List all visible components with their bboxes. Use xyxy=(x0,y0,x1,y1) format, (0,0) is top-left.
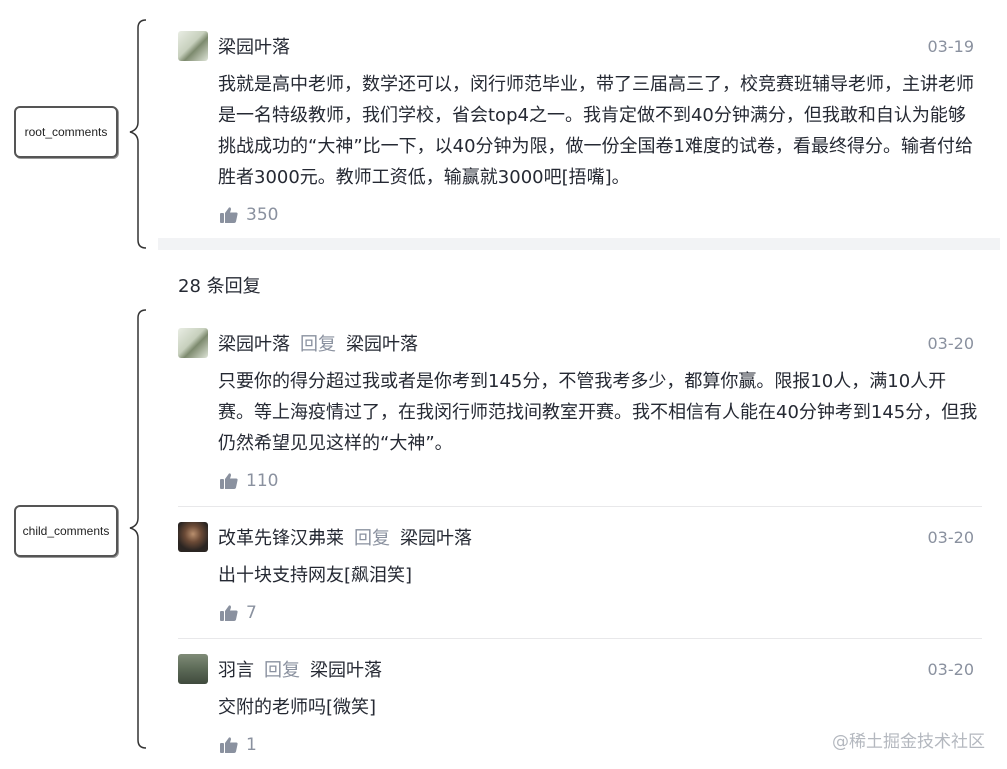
reply-divider xyxy=(178,638,982,639)
reply-to-name[interactable]: 梁园叶落 xyxy=(400,524,472,550)
watermark: @稀土掘金技术社区 xyxy=(832,732,985,752)
like-button[interactable]: 350 xyxy=(220,205,978,225)
reply-label: 回复 xyxy=(354,528,390,549)
author-name[interactable]: 羽言 xyxy=(218,656,254,682)
reply-to-name[interactable]: 梁园叶落 xyxy=(346,330,418,356)
thumbs-up-icon xyxy=(220,207,238,223)
comment-text: 我就是高中老师，数学还可以，闵行师范毕业，带了三届高三了，校竞赛班辅导老师，主讲… xyxy=(218,74,974,188)
comment-date: 03-20 xyxy=(927,527,975,547)
reply-label: 回复 xyxy=(264,660,300,681)
comment-date: 03-20 xyxy=(927,659,975,679)
thumbs-up-icon xyxy=(220,473,238,489)
like-count: 110 xyxy=(246,471,279,491)
root-comments-brace xyxy=(129,19,147,249)
root-comments-label: root_comments xyxy=(14,106,118,158)
like-count: 350 xyxy=(246,205,279,225)
like-count: 7 xyxy=(246,603,257,623)
reply-label: 回复 xyxy=(300,334,336,355)
like-button[interactable]: 110 xyxy=(220,471,978,491)
child-comments-label: child_comments xyxy=(14,505,118,557)
reply-divider xyxy=(178,506,982,507)
section-divider xyxy=(158,238,1000,250)
author-name[interactable]: 梁园叶落 xyxy=(218,33,290,59)
reply-comment: 梁园叶落 回复 梁园叶落 03-20 只要你的得分超过我或者是你考到145分，不… xyxy=(178,328,978,491)
comment-text: 只要你的得分超过我或者是你考到145分，不管我考多少，都算你赢。限报10人，满1… xyxy=(218,371,978,454)
reply-comment: 改革先锋汉弗莱 回复 梁园叶落 03-20 出十块支持网友[飙泪笑] 7 xyxy=(178,522,978,623)
avatar[interactable] xyxy=(178,328,208,358)
comment-date: 03-19 xyxy=(927,36,975,56)
like-count: 1 xyxy=(246,735,257,755)
avatar[interactable] xyxy=(178,654,208,684)
author-name[interactable]: 梁园叶落 xyxy=(218,330,290,356)
comment-text: 出十块支持网友[飙泪笑] xyxy=(218,565,413,586)
reply-to-name[interactable]: 梁园叶落 xyxy=(310,656,382,682)
reply-count: 28 条回复 xyxy=(178,276,261,297)
thumbs-up-icon xyxy=(220,605,238,621)
thumbs-up-icon xyxy=(220,737,238,753)
root-comment: 梁园叶落 03-19 我就是高中老师，数学还可以，闵行师范毕业，带了三届高三了，… xyxy=(178,31,978,225)
comment-text: 交附的老师吗[微笑] xyxy=(218,697,377,718)
like-button[interactable]: 7 xyxy=(220,603,978,623)
avatar[interactable] xyxy=(178,31,208,61)
comment-date: 03-20 xyxy=(927,333,975,353)
avatar[interactable] xyxy=(178,522,208,552)
child-comments-brace xyxy=(129,309,147,749)
author-name[interactable]: 改革先锋汉弗莱 xyxy=(218,524,344,550)
